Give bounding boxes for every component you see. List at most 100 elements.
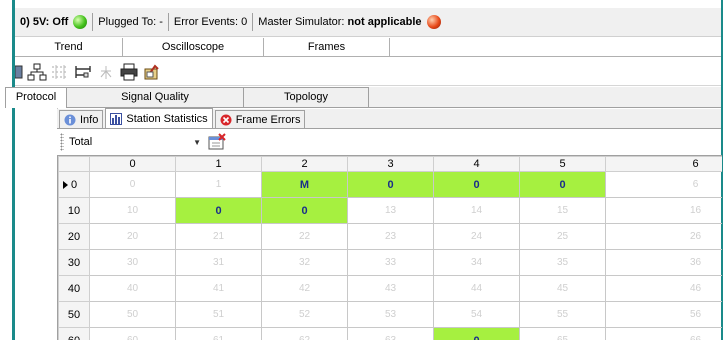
statistics-type-select[interactable]: Total ▼ — [67, 133, 204, 151]
row-header[interactable]: 30 — [58, 249, 90, 276]
station-cell[interactable]: 42 — [261, 275, 348, 302]
station-cell[interactable]: 22 — [261, 223, 348, 250]
row-header-label: 40 — [67, 282, 81, 295]
bus-config-icon[interactable] — [50, 62, 70, 82]
table-row[interactable]: 606061626306566 — [58, 327, 722, 340]
station-cell[interactable]: 62 — [261, 327, 348, 340]
station-cell[interactable]: 56 — [605, 301, 722, 328]
chevron-down-icon: ▼ — [193, 137, 201, 147]
row-header-label: 30 — [67, 256, 81, 269]
antenna-icon[interactable] — [96, 62, 116, 82]
station-cell-active[interactable]: 0 — [175, 197, 262, 224]
table-row[interactable]: 10 10 0 0 13 14 15 16 — [58, 197, 722, 224]
station-cell[interactable]: 54 — [433, 301, 520, 328]
tab-frame-errors-label: Frame Errors — [235, 113, 301, 126]
station-cell[interactable]: 16 — [605, 197, 722, 224]
station-cell[interactable]: 21 — [175, 223, 262, 250]
view-tabs: Trend Oscilloscope Frames — [15, 38, 721, 57]
tab-frames[interactable]: Frames — [264, 38, 390, 56]
save-icon[interactable] — [15, 62, 23, 82]
print-icon[interactable] — [119, 62, 139, 82]
station-cell-active[interactable]: 0 — [433, 327, 520, 340]
station-cell[interactable]: 50 — [89, 301, 176, 328]
row-header[interactable]: 60 — [58, 327, 90, 340]
tab-info-label: Info — [80, 113, 99, 126]
station-cell[interactable]: 51 — [175, 301, 262, 328]
tab-trend[interactable]: Trend — [15, 38, 123, 56]
station-cell[interactable]: 31 — [175, 249, 262, 276]
station-cell[interactable]: 44 — [433, 275, 520, 302]
station-cell[interactable]: 13 — [347, 197, 434, 224]
tab-station-statistics[interactable]: Station Statistics — [105, 108, 213, 128]
column-header: 3 — [347, 156, 434, 172]
station-cell[interactable]: 35 — [519, 249, 606, 276]
station-cell[interactable]: 20 — [89, 223, 176, 250]
column-header: 1 — [175, 156, 262, 172]
row-header[interactable]: 40 — [58, 275, 90, 302]
station-cell[interactable]: 10 — [89, 197, 176, 224]
station-cell[interactable]: 43 — [347, 275, 434, 302]
station-cell[interactable]: 26 — [605, 223, 722, 250]
row-header[interactable]: 10 — [58, 197, 90, 224]
column-header: 5 — [519, 156, 606, 172]
table-row[interactable]: 001M0006 — [58, 171, 722, 198]
station-cell[interactable]: 36 — [605, 249, 722, 276]
status-bar: 0) 5V: Off Plugged To: - Error Events: 0… — [15, 8, 721, 37]
station-cell-active[interactable]: M — [261, 171, 348, 198]
station-cell[interactable]: 66 — [605, 327, 722, 340]
topology-icon[interactable] — [73, 62, 93, 82]
station-cell[interactable]: 52 — [261, 301, 348, 328]
station-cell[interactable]: 32 — [261, 249, 348, 276]
station-cell[interactable]: 61 — [175, 327, 262, 340]
row-header[interactable]: 50 — [58, 301, 90, 328]
grid-corner — [58, 156, 90, 172]
station-cell[interactable]: 23 — [347, 223, 434, 250]
tab-protocol[interactable]: Protocol — [5, 87, 67, 108]
application-window: 0) 5V: Off Plugged To: - Error Events: 0… — [0, 0, 723, 340]
error-events-status: Error Events: 0 — [173, 16, 248, 28]
network-icon[interactable] — [27, 62, 47, 82]
station-table: 0123456 0 0 1 M 0 0 0 6 10 10 0 0 13 14 15 16 20 20 21 22 23… — [58, 156, 722, 340]
tab-info[interactable]: Info — [59, 110, 104, 128]
station-cell[interactable]: 46 — [605, 275, 722, 302]
tab-oscilloscope[interactable]: Oscilloscope — [123, 38, 264, 56]
toolbar-grip[interactable] — [60, 133, 64, 151]
station-cell[interactable]: 55 — [519, 301, 606, 328]
station-cell[interactable]: 14 — [433, 197, 520, 224]
master-led-icon — [426, 15, 441, 29]
table-row[interactable]: 50 50 51 52 53 54 55 56 — [58, 301, 722, 328]
station-cell[interactable]: 63 — [347, 327, 434, 340]
table-row[interactable]: 30 30 31 32 33 34 35 36 — [58, 249, 722, 276]
station-cell-active[interactable]: 0 — [261, 197, 348, 224]
station-cell[interactable]: 24 — [433, 223, 520, 250]
station-cell-active[interactable]: 0 — [433, 171, 520, 198]
station-cell[interactable]: 1 — [175, 171, 262, 198]
station-cell[interactable]: 34 — [433, 249, 520, 276]
row-header[interactable]: 0 — [58, 171, 90, 198]
master-simulator-label: Master Simulator: — [258, 16, 345, 28]
statistics-icon — [110, 112, 123, 125]
row-header[interactable]: 20 — [58, 223, 90, 250]
station-cell[interactable]: 40 — [89, 275, 176, 302]
table-row[interactable]: 20 20 21 22 23 24 25 26 — [58, 223, 722, 250]
station-cell[interactable]: 30 — [89, 249, 176, 276]
station-cell[interactable]: 60 — [89, 327, 176, 340]
station-cell[interactable]: 45 — [519, 275, 606, 302]
table-row[interactable]: 40 40 41 42 43 44 45 46 — [58, 275, 722, 302]
station-cell[interactable]: 33 — [347, 249, 434, 276]
power-status-text: 0) 5V: Off — [20, 16, 69, 28]
reset-statistics-button[interactable] — [208, 133, 226, 151]
station-cell[interactable]: 41 — [175, 275, 262, 302]
station-cell[interactable]: 15 — [519, 197, 606, 224]
export-icon[interactable] — [142, 62, 162, 82]
station-cell-active[interactable]: 0 — [347, 171, 434, 198]
station-cell[interactable]: 53 — [347, 301, 434, 328]
station-cell-active[interactable]: 0 — [519, 171, 606, 198]
station-cell[interactable]: 6 — [605, 171, 722, 198]
tab-topology[interactable]: Topology — [243, 87, 369, 107]
station-cell[interactable]: 25 — [519, 223, 606, 250]
tab-signal-quality[interactable]: Signal Quality — [66, 87, 244, 107]
station-cell[interactable]: 65 — [519, 327, 606, 340]
tab-frame-errors[interactable]: Frame Errors — [214, 110, 306, 128]
station-cell[interactable]: 0 — [89, 171, 176, 198]
